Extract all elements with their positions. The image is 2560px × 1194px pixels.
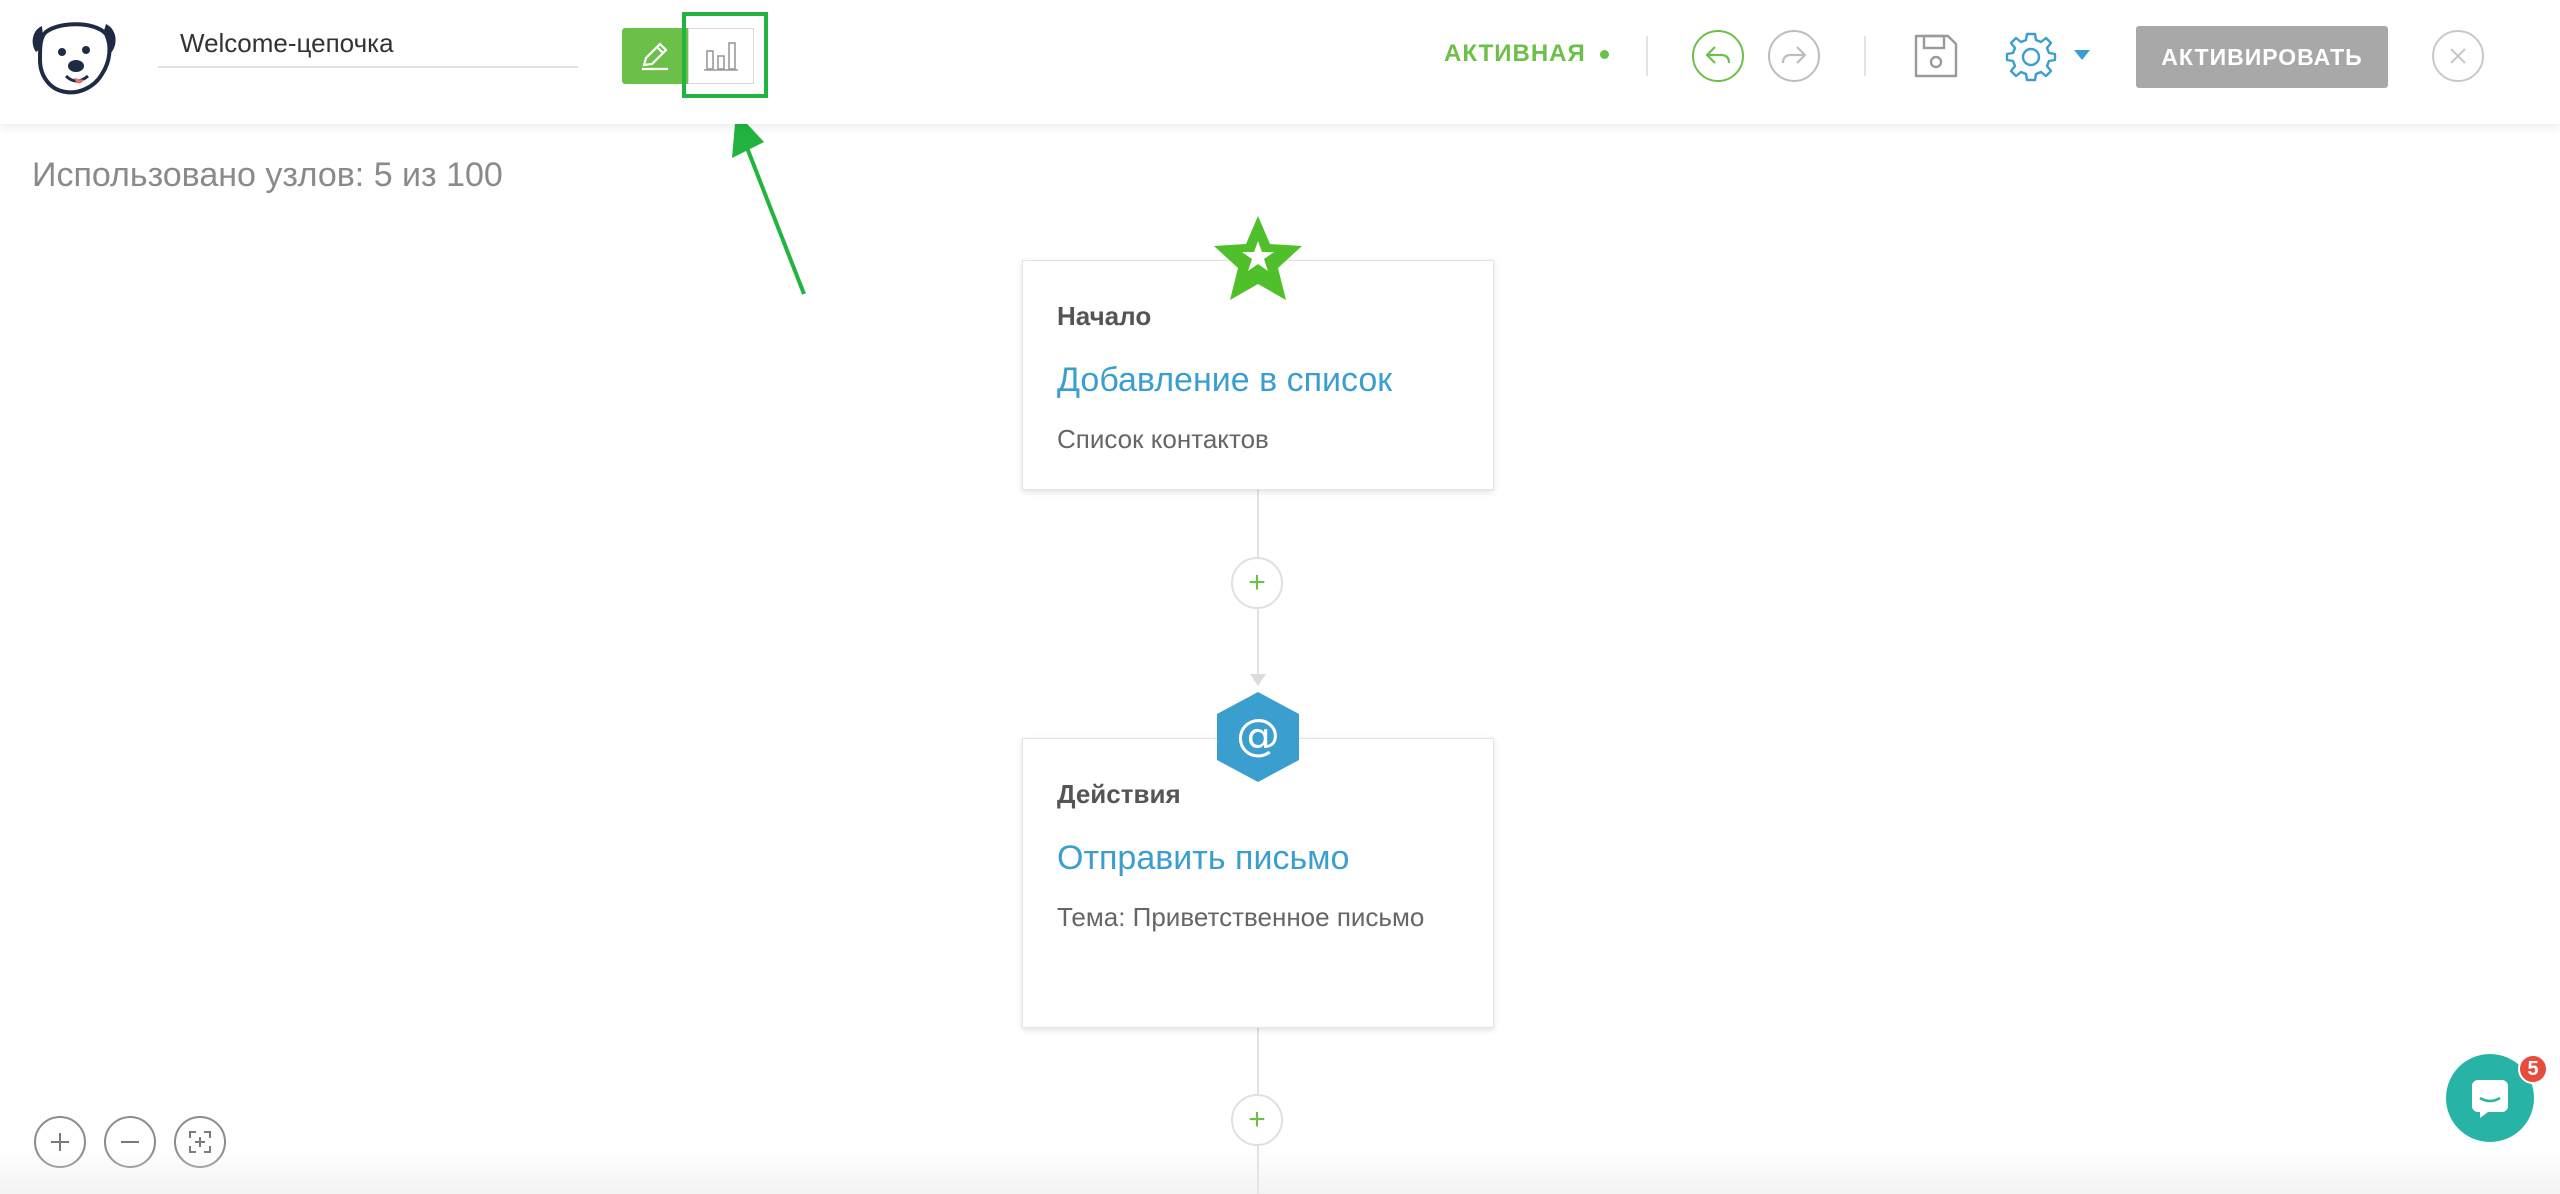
undo-button[interactable] [1692,30,1744,82]
chat-bubble-icon [2472,1080,2508,1118]
dog-logo-icon[interactable] [28,16,120,98]
close-button[interactable] [2432,30,2484,82]
toolbar-divider [1864,36,1866,76]
node-description: Тема: Приветственное письмо [1057,902,1425,932]
node-title-link[interactable]: Добавление в список [1057,361,1392,400]
node-category: Действия [1057,779,1181,809]
top-toolbar: АКТИВНАЯ АКТИВИРОВАТЬ [0,0,2560,124]
at-sign-icon: @ [1217,692,1299,782]
status-label: АКТИВНАЯ [1444,40,1586,67]
edit-mode-button[interactable] [622,28,688,84]
status-dot-icon [1599,49,1609,59]
unread-count-badge: 5 [2518,1054,2548,1084]
gear-icon[interactable] [2005,30,2057,82]
chain-name-input[interactable] [158,20,578,68]
redo-button[interactable] [1768,30,1820,82]
settings-dropdown-caret-icon[interactable] [2074,50,2090,60]
node-category: Начало [1057,301,1152,331]
save-icon[interactable] [1910,30,1962,82]
toolbar-divider [1646,36,1648,76]
node-title-link[interactable]: Отправить письмо [1057,839,1349,878]
add-node-button[interactable]: + [1231,557,1283,609]
node-description: Список контактов [1057,424,1269,454]
statistics-mode-button[interactable] [688,28,754,84]
chain-status: АКТИВНАЯ [1444,40,1609,68]
annotation-arrow-icon [732,112,806,295]
svg-text:@: @ [1236,710,1280,761]
star-icon [1214,216,1302,300]
redo-arrow-icon [1781,46,1807,64]
nodes-used-counter: Использовано узлов: 5 из 100 [32,156,503,194]
bar-chart-icon [704,42,738,71]
canvas-bottom-fade [0,1150,2560,1194]
pencil-icon [642,42,668,71]
activate-button[interactable]: АКТИВИРОВАТЬ [2136,26,2388,88]
undo-arrow-icon [1705,46,1731,64]
add-node-button[interactable]: + [1231,1094,1283,1146]
close-icon [2450,48,2466,64]
flow-arrowhead-icon [1250,674,1266,686]
